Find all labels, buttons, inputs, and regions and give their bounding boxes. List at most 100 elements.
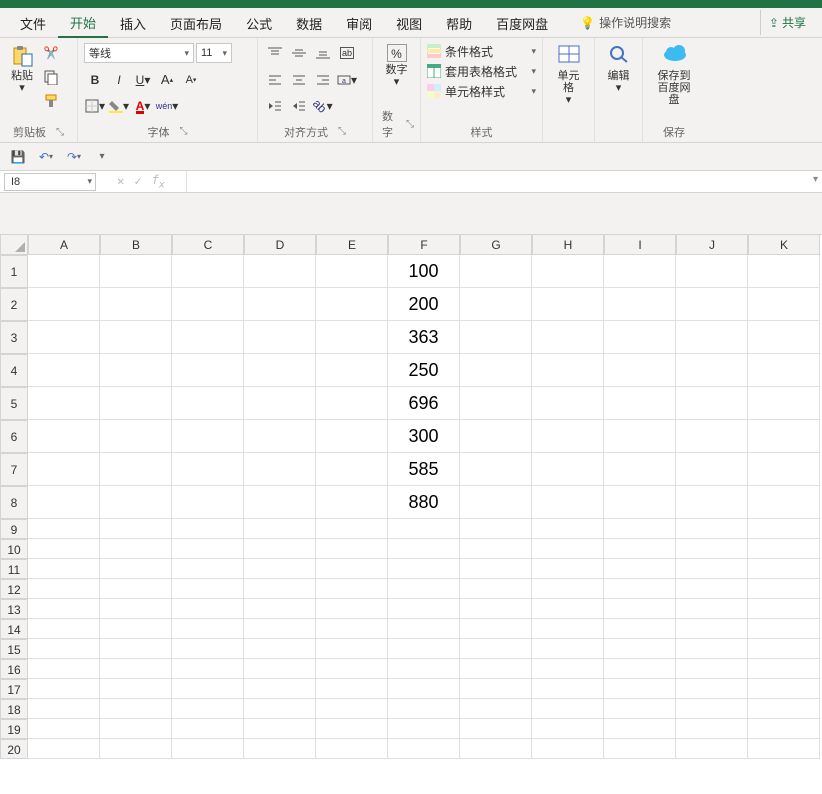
cell-D18[interactable] xyxy=(244,699,316,719)
cell-G19[interactable] xyxy=(460,719,532,739)
cell-D5[interactable] xyxy=(244,387,316,420)
cell-H16[interactable] xyxy=(532,659,604,679)
cell-G13[interactable] xyxy=(460,599,532,619)
cell-G11[interactable] xyxy=(460,559,532,579)
cell-D20[interactable] xyxy=(244,739,316,759)
tab-help[interactable]: 帮助 xyxy=(434,9,484,37)
cell-I11[interactable] xyxy=(604,559,676,579)
cell-K4[interactable] xyxy=(748,354,820,387)
cell-A18[interactable] xyxy=(28,699,100,719)
cell-E3[interactable] xyxy=(316,321,388,354)
cell-B11[interactable] xyxy=(100,559,172,579)
qat-redo-button[interactable]: ↷ ▾ xyxy=(64,147,84,167)
cell-E16[interactable] xyxy=(316,659,388,679)
row-header-7[interactable]: 7 xyxy=(0,453,28,486)
cell-K1[interactable] xyxy=(748,255,820,288)
cell-D15[interactable] xyxy=(244,639,316,659)
cell-K12[interactable] xyxy=(748,579,820,599)
cell-B9[interactable] xyxy=(100,519,172,539)
column-header-B[interactable]: B xyxy=(100,235,172,255)
cell-H6[interactable] xyxy=(532,420,604,453)
cell-G7[interactable] xyxy=(460,453,532,486)
cell-A7[interactable] xyxy=(28,453,100,486)
cell-B13[interactable] xyxy=(100,599,172,619)
align-top-button[interactable] xyxy=(264,42,286,64)
cell-F8[interactable]: 880 xyxy=(388,486,460,519)
qat-save-button[interactable]: 💾 xyxy=(8,147,28,167)
column-header-G[interactable]: G xyxy=(460,235,532,255)
border-button[interactable]: ▾ xyxy=(84,95,106,117)
cell-E10[interactable] xyxy=(316,539,388,559)
cell-K16[interactable] xyxy=(748,659,820,679)
cell-F10[interactable] xyxy=(388,539,460,559)
qat-undo-button[interactable]: ↶ ▾ xyxy=(36,147,56,167)
cell-B4[interactable] xyxy=(100,354,172,387)
cell-G1[interactable] xyxy=(460,255,532,288)
cell-G10[interactable] xyxy=(460,539,532,559)
row-header-5[interactable]: 5 xyxy=(0,387,28,420)
cell-I16[interactable] xyxy=(604,659,676,679)
accept-formula-button[interactable]: ✓ xyxy=(134,174,141,188)
cell-H17[interactable] xyxy=(532,679,604,699)
column-header-I[interactable]: I xyxy=(604,235,676,255)
cell-G15[interactable] xyxy=(460,639,532,659)
cell-A19[interactable] xyxy=(28,719,100,739)
cell-H5[interactable] xyxy=(532,387,604,420)
cell-D1[interactable] xyxy=(244,255,316,288)
cell-H14[interactable] xyxy=(532,619,604,639)
cell-G8[interactable] xyxy=(460,486,532,519)
cell-J20[interactable] xyxy=(676,739,748,759)
cell-H1[interactable] xyxy=(532,255,604,288)
alignment-expand-icon[interactable]: ⤡ xyxy=(338,126,346,137)
cell-E9[interactable] xyxy=(316,519,388,539)
column-header-D[interactable]: D xyxy=(244,235,316,255)
conditional-format-button[interactable]: 条件格式▾ xyxy=(427,42,536,60)
cell-I19[interactable] xyxy=(604,719,676,739)
cell-D16[interactable] xyxy=(244,659,316,679)
format-painter-button[interactable] xyxy=(40,90,62,112)
cell-C6[interactable] xyxy=(172,420,244,453)
cell-A3[interactable] xyxy=(28,321,100,354)
cell-J2[interactable] xyxy=(676,288,748,321)
cell-I5[interactable] xyxy=(604,387,676,420)
cell-D9[interactable] xyxy=(244,519,316,539)
number-format-button[interactable]: % 数字▾ xyxy=(379,42,414,90)
row-header-18[interactable]: 18 xyxy=(0,699,28,719)
cell-D14[interactable] xyxy=(244,619,316,639)
orientation-button[interactable]: ab ▾ xyxy=(312,95,334,117)
tab-baidu-disk[interactable]: 百度网盘 xyxy=(484,9,560,37)
cell-H13[interactable] xyxy=(532,599,604,619)
cell-D3[interactable] xyxy=(244,321,316,354)
row-header-17[interactable]: 17 xyxy=(0,679,28,699)
row-header-11[interactable]: 11 xyxy=(0,559,28,579)
cell-A13[interactable] xyxy=(28,599,100,619)
clipboard-expand-icon[interactable]: ⤡ xyxy=(56,127,64,138)
cell-B2[interactable] xyxy=(100,288,172,321)
cell-A9[interactable] xyxy=(28,519,100,539)
cell-H9[interactable] xyxy=(532,519,604,539)
cell-F5[interactable]: 696 xyxy=(388,387,460,420)
cell-D2[interactable] xyxy=(244,288,316,321)
cell-D6[interactable] xyxy=(244,420,316,453)
paste-button[interactable]: 粘贴▾ xyxy=(6,42,38,112)
cell-C15[interactable] xyxy=(172,639,244,659)
increase-font-button[interactable]: A▴ xyxy=(156,69,178,91)
cell-A16[interactable] xyxy=(28,659,100,679)
cell-F1[interactable]: 100 xyxy=(388,255,460,288)
cell-C17[interactable] xyxy=(172,679,244,699)
align-right-button[interactable] xyxy=(312,69,334,91)
cell-D10[interactable] xyxy=(244,539,316,559)
cell-D13[interactable] xyxy=(244,599,316,619)
cell-C4[interactable] xyxy=(172,354,244,387)
cell-I1[interactable] xyxy=(604,255,676,288)
cell-B16[interactable] xyxy=(100,659,172,679)
cell-B12[interactable] xyxy=(100,579,172,599)
tab-insert[interactable]: 插入 xyxy=(108,9,158,37)
cell-J14[interactable] xyxy=(676,619,748,639)
cell-D8[interactable] xyxy=(244,486,316,519)
row-header-12[interactable]: 12 xyxy=(0,579,28,599)
column-header-J[interactable]: J xyxy=(676,235,748,255)
cell-K18[interactable] xyxy=(748,699,820,719)
cell-I7[interactable] xyxy=(604,453,676,486)
cell-J15[interactable] xyxy=(676,639,748,659)
